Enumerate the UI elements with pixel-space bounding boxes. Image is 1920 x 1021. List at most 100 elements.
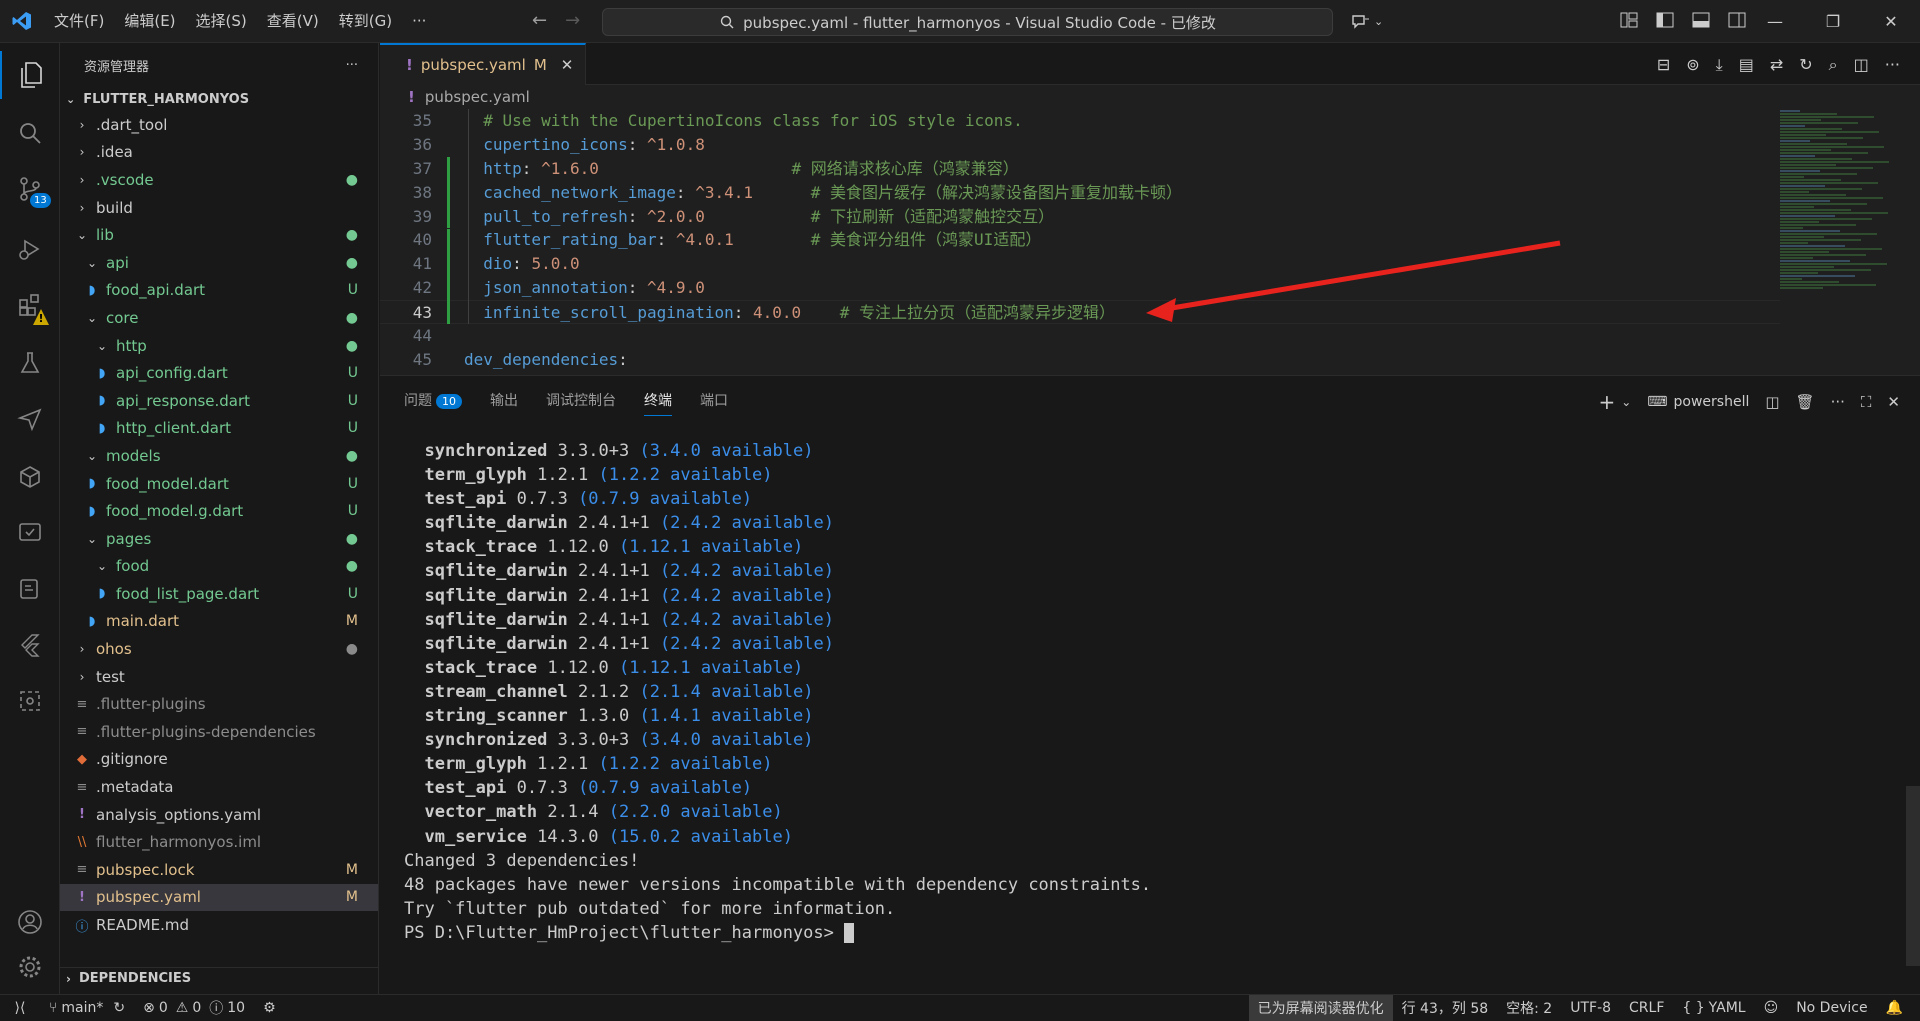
back-arrow-icon[interactable]: ←: [532, 10, 547, 31]
file-item[interactable]: ◗ http_client.dart U: [60, 415, 378, 443]
terminal-line: term_glyph 1.2.1 (1.2.2 available): [404, 752, 1884, 776]
flutter-icon[interactable]: [0, 621, 60, 669]
terminal-shell-name[interactable]: powershell: [1674, 394, 1750, 410]
extensions-icon[interactable]: !: [0, 281, 60, 329]
docker-icon[interactable]: [0, 565, 60, 613]
customize-layout-icon[interactable]: [1620, 12, 1638, 28]
search-icon[interactable]: [0, 109, 60, 157]
panel-tab[interactable]: 问题 10: [404, 390, 462, 410]
dart-file-icon: ◗: [98, 365, 106, 381]
testing-flask-icon[interactable]: [0, 339, 60, 387]
screen-reader-status[interactable]: 已为屏幕阅读器优化: [1248, 994, 1393, 1021]
file-item[interactable]: ! analysis_options.yaml: [60, 801, 378, 829]
folder-item[interactable]: ⌄ lib ●: [60, 221, 378, 249]
minimize-button[interactable]: —: [1746, 0, 1804, 43]
workspace-root[interactable]: ⌄ FLUTTER_HARMONYOS: [60, 88, 378, 110]
toggle-panel-icon[interactable]: [1692, 12, 1710, 28]
remote-indicator-icon[interactable]: ⟩⟨: [0, 1000, 40, 1016]
file-item[interactable]: ◗ api_response.dart U: [60, 387, 378, 415]
package-cube-icon[interactable]: [0, 453, 60, 501]
split-terminal-icon[interactable]: ◫: [1765, 393, 1779, 411]
problems-status[interactable]: ⊗ 0 ⚠ 0 ⓘ 10: [134, 998, 254, 1018]
copilot-status-icon[interactable]: ☺: [1755, 1000, 1788, 1016]
encoding[interactable]: UTF-8: [1561, 1000, 1620, 1016]
menu-item[interactable]: 文件(F): [44, 0, 114, 43]
file-item[interactable]: ≡ pubspec.lock M: [60, 856, 378, 884]
more-actions-icon[interactable]: ···: [346, 58, 358, 73]
explorer-header: 资源管理器 ···: [60, 43, 378, 88]
dart-file-icon: ◗: [98, 420, 106, 436]
terminal-scrollbar[interactable]: [1906, 786, 1920, 966]
terminal-prompt-line[interactable]: PS D:\Flutter_HmProject\flutter_harmonyo…: [404, 921, 1884, 945]
folder-item[interactable]: › .idea: [60, 139, 378, 167]
file-item[interactable]: ◗ food_list_page.dart U: [60, 580, 378, 608]
folder-item[interactable]: ⌄ api ●: [60, 249, 378, 277]
panel-tab[interactable]: 调试控制台: [546, 390, 616, 410]
tree-item-label: pubspec.yaml: [96, 888, 201, 907]
chevron-down-icon[interactable]: ⌄: [1621, 395, 1631, 409]
file-item[interactable]: ◗ food_model.g.dart U: [60, 497, 378, 525]
file-item[interactable]: ◗ food_model.dart U: [60, 470, 378, 498]
restore-button[interactable]: ❐: [1804, 0, 1862, 43]
menu-item[interactable]: ···: [402, 0, 436, 43]
maximize-panel-icon[interactable]: ⛶: [1861, 393, 1872, 411]
run-debug-icon[interactable]: [0, 225, 60, 273]
copilot-icon[interactable]: [1350, 13, 1370, 31]
file-item[interactable]: ◗ main.dart M: [60, 608, 378, 636]
file-item[interactable]: ≡ .flutter-plugins: [60, 690, 378, 718]
file-item[interactable]: ⓘ README.md: [60, 911, 378, 939]
dependencies-section[interactable]: › DEPENDENCIES: [60, 967, 378, 989]
terminal[interactable]: synchronized 3.3.0+3 (3.4.0 available) t…: [404, 439, 1884, 945]
file-item[interactable]: ◗ food_api.dart U: [60, 277, 378, 305]
device-selector[interactable]: No Device: [1787, 1000, 1876, 1016]
file-item[interactable]: \\ flutter_harmonyos.iml: [60, 828, 378, 856]
close-window-button[interactable]: ✕: [1862, 0, 1920, 43]
file-item[interactable]: ◆ .gitignore: [60, 746, 378, 774]
language-mode[interactable]: { } YAML: [1673, 1000, 1754, 1016]
cursor-position[interactable]: 行 43，列 58: [1393, 998, 1498, 1018]
trash-icon[interactable]: 🗑: [1796, 393, 1815, 411]
panel-tab[interactable]: 输出: [490, 390, 518, 410]
explorer-icon[interactable]: [0, 51, 60, 99]
menu-item[interactable]: 选择(S): [186, 0, 257, 43]
notifications-bell-icon[interactable]: 🔔: [1877, 1000, 1912, 1016]
folder-item[interactable]: › .dart_tool: [60, 111, 378, 139]
file-item[interactable]: ≡ .metadata: [60, 773, 378, 801]
device-preview-icon[interactable]: [0, 677, 60, 725]
file-item[interactable]: ! pubspec.yaml M: [60, 883, 378, 912]
source-control-icon[interactable]: 13: [0, 165, 60, 213]
command-center-search[interactable]: pubspec.yaml - flutter_harmonyos - Visua…: [602, 8, 1333, 36]
folder-item[interactable]: ⌄ pages ●: [60, 525, 378, 553]
folder-item[interactable]: ⌄ http ●: [60, 332, 378, 360]
dart-file-icon: ◗: [98, 586, 106, 602]
folder-item[interactable]: › .vscode ●: [60, 166, 378, 194]
forward-arrow-icon[interactable]: →: [565, 10, 580, 31]
indentation[interactable]: 空格: 2: [1497, 998, 1561, 1018]
folder-item[interactable]: › ohos ●: [60, 635, 378, 663]
folder-item[interactable]: ⌄ food ●: [60, 553, 378, 581]
git-branch[interactable]: ⑂ main* ↻: [40, 1000, 134, 1016]
menu-item[interactable]: 查看(V): [257, 0, 329, 43]
close-panel-icon[interactable]: ✕: [1887, 393, 1900, 411]
new-terminal-icon[interactable]: +: [1598, 390, 1615, 414]
menu-item[interactable]: 转到(G): [329, 0, 402, 43]
folder-item[interactable]: ⌄ models ●: [60, 442, 378, 470]
debug-launch-icon[interactable]: ⚙: [254, 1000, 285, 1016]
folder-item[interactable]: › build: [60, 194, 378, 222]
folder-item[interactable]: ⌄ core ●: [60, 304, 378, 332]
panel-tab[interactable]: 终端: [644, 384, 672, 416]
menu-item[interactable]: 编辑(E): [114, 0, 185, 43]
file-item[interactable]: ≡ .flutter-plugins-dependencies: [60, 718, 378, 746]
panel-tab[interactable]: 端口: [700, 390, 728, 410]
settings-gear-icon[interactable]: [0, 943, 60, 991]
toggle-secondary-sidebar-icon[interactable]: [1728, 12, 1746, 28]
remote-explorer-icon[interactable]: [0, 509, 60, 557]
folder-item[interactable]: › test: [60, 663, 378, 691]
account-icon[interactable]: [0, 898, 60, 946]
chevron-down-icon[interactable]: ⌄: [1374, 15, 1383, 28]
send-plane-icon[interactable]: [0, 395, 60, 443]
end-of-line[interactable]: CRLF: [1620, 1000, 1673, 1016]
more-actions-icon[interactable]: ···: [1831, 393, 1845, 411]
file-item[interactable]: ◗ api_config.dart U: [60, 359, 378, 387]
toggle-sidebar-icon[interactable]: [1656, 12, 1674, 28]
